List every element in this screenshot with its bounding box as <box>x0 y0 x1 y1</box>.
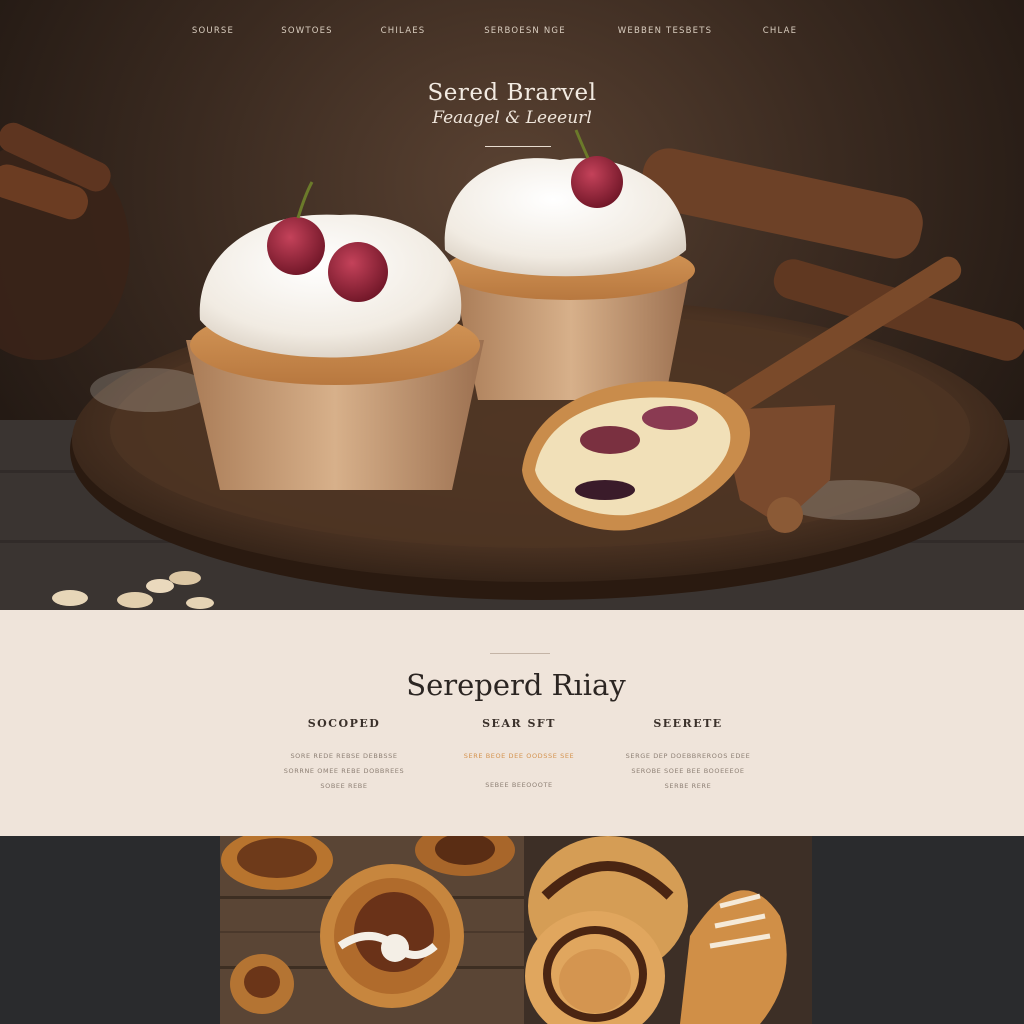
info-column-2: SEAR SFT SERE BEOE DEE OODSSE SEE SEBEE … <box>429 717 609 789</box>
column-heading: SOCOPED <box>307 717 381 730</box>
nav-item-1[interactable]: SOURSE <box>192 26 234 36</box>
column-text-line: SERBE RERE <box>664 782 712 790</box>
nav-item-2[interactable]: SOWTOES <box>281 26 333 36</box>
gallery-photo-right[interactable] <box>524 836 812 1024</box>
column-text-line: SORE REDE REBSE DEBBSSE <box>290 752 398 760</box>
hero-divider <box>485 146 551 147</box>
column-text-line: SORRNE OMEE REBE DOBBREES <box>283 767 405 775</box>
section-divider <box>490 653 550 654</box>
pastry-gallery <box>220 836 812 1024</box>
hero-subtitle: Feaagel & Leeeurl <box>432 108 592 128</box>
column-text-line: SEROBE SOEE BEE BOOEEEOE <box>631 767 745 775</box>
top-nav: SOURSE SOWTOES CHILAES SERBOESN NGE WEBB… <box>0 26 1024 40</box>
gallery-photo-left[interactable] <box>220 836 524 1024</box>
column-heading: SEERETE <box>653 717 723 730</box>
column-text-line: SERGE DEP DOEBBREROOS EDEE <box>625 752 751 760</box>
info-column-1: SOCOPED SORE REDE REBSE DEBBSSE SORRNE O… <box>254 717 434 790</box>
info-section: Sereperd Rıiay SOCOPED SORE REDE REBSE D… <box>0 610 1024 836</box>
nav-item-3[interactable]: CHILAES <box>381 26 426 36</box>
hero-section: SOURSE SOWTOES CHILAES SERBOESN NGE WEBB… <box>0 0 1024 610</box>
column-heading: SEAR SFT <box>482 717 556 730</box>
nav-item-6[interactable]: CHLAE <box>763 26 797 36</box>
nav-item-4[interactable]: SERBOESN NGE <box>484 26 566 36</box>
info-column-3: SEERETE SERGE DEP DOEBBREROOS EDEE SEROB… <box>598 717 778 790</box>
section-title: Sereperd Rıiay <box>406 668 626 702</box>
column-text-line: SOBEE REBE <box>320 782 368 790</box>
gallery-images <box>220 836 812 1024</box>
nav-item-5[interactable]: WEBBEN TESBETS <box>618 26 712 36</box>
column-text-line: SEBEE BEEOOOTE <box>485 781 553 789</box>
column-text-line-accent[interactable]: SERE BEOE DEE OODSSE SEE <box>429 752 609 760</box>
hero-title: Sered Brarvel <box>427 80 597 106</box>
